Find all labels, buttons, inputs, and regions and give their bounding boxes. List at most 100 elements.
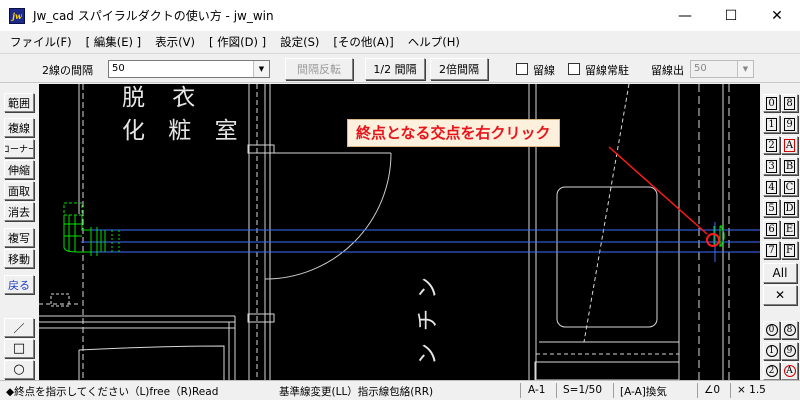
layer-group-6-button[interactable]: 6 xyxy=(763,220,780,238)
menu-help[interactable]: ヘルプ(H) xyxy=(401,34,467,50)
layer-num: 0 xyxy=(766,96,777,110)
menu-view[interactable]: 表示(V) xyxy=(148,34,202,50)
divider xyxy=(613,383,614,398)
layer-group-9-button[interactable]: 9 xyxy=(781,115,798,133)
room-label-line1: 脱 衣 xyxy=(122,85,206,111)
chevron-down-icon: ▼ xyxy=(253,61,269,77)
tool-corner-button[interactable]: コーナー xyxy=(4,139,34,158)
line-tool-icon[interactable]: ／ xyxy=(4,318,34,337)
layer-num: 3 xyxy=(766,159,777,173)
divider xyxy=(697,383,698,398)
tool-chamfer-button[interactable]: 面取 xyxy=(4,181,34,200)
layer-num: 8 xyxy=(783,324,796,336)
tome-out-value: 50 xyxy=(694,63,707,74)
double-spacing-button[interactable]: 2倍間隔 xyxy=(430,58,488,80)
layer-num: 2 xyxy=(766,138,777,152)
drawing-canvas[interactable]: 脱 衣 化 粧 室 ン チ ン 終点となる交点を右クリック xyxy=(39,84,760,380)
window-title: Jw_cad スパイラルダクトの使い方 - jw_win xyxy=(33,9,274,23)
tool-range-button[interactable]: 範囲 xyxy=(4,93,34,112)
layer-group-5-button[interactable]: 5 xyxy=(763,199,780,217)
layer-0-button[interactable]: 0 xyxy=(763,321,780,339)
status-hint: 基準線変更(LL）指示線包絡(RR) xyxy=(279,386,434,398)
menu-file[interactable]: ファイル(F) xyxy=(3,34,79,50)
vertical-text-2: チ xyxy=(416,308,442,332)
layer-group-e-button[interactable]: E xyxy=(781,220,798,238)
layer-num: E xyxy=(784,222,795,236)
invert-spacing-button[interactable]: 間隔反転 xyxy=(285,58,353,80)
tool-erase-button[interactable]: 消去 xyxy=(4,202,34,221)
room-label-line2: 化 粧 室 xyxy=(122,118,246,144)
layer-num: F xyxy=(784,243,795,257)
layer-num-active: A xyxy=(783,365,796,377)
layer-1-button[interactable]: 1 xyxy=(763,342,780,360)
tool-copy-button[interactable]: 複写 xyxy=(4,228,34,247)
tome-out-select[interactable]: 50 ▼ xyxy=(690,60,754,78)
tool-parallel-button[interactable]: 複線 xyxy=(4,118,34,137)
layer-num: 2 xyxy=(765,365,778,377)
spacing-value: 50 xyxy=(112,63,125,74)
layer-2-button[interactable]: 2 xyxy=(763,362,780,380)
layer-group-c-button[interactable]: C xyxy=(781,178,798,196)
scale-indicator[interactable]: S=1/50 xyxy=(563,384,602,396)
layer-group-0-button[interactable]: 0 xyxy=(763,94,780,112)
layer-group-4-button[interactable]: 4 xyxy=(763,178,780,196)
tool-extend-button[interactable]: 伸縮 xyxy=(4,160,34,179)
minimize-button[interactable]: — xyxy=(662,0,708,31)
layer-group-f-button[interactable]: F xyxy=(781,241,798,259)
menu-draw[interactable]: [ 作図(D) ] xyxy=(202,34,273,50)
layer-group-8-button[interactable]: 8 xyxy=(781,94,798,112)
tool-undo-button[interactable]: 戻る xyxy=(4,275,34,294)
layer-group-b-button[interactable]: B xyxy=(781,157,798,175)
menu-settings[interactable]: 設定(S) xyxy=(273,34,326,50)
menu-bar: ファイル(F) [ 編集(E) ] 表示(V) [ 作図(D) ] 設定(S) … xyxy=(0,31,800,53)
layer-num: D xyxy=(784,201,795,215)
layer-num: 1 xyxy=(766,117,777,131)
layer-num: B xyxy=(784,159,795,173)
zoom-ratio[interactable]: × 1.5 xyxy=(737,384,766,396)
layer-a-button[interactable]: A xyxy=(781,362,798,380)
close-button[interactable]: ✕ xyxy=(754,0,800,31)
angle-indicator[interactable]: ∠0 xyxy=(704,384,720,396)
layer-num: 8 xyxy=(784,96,795,110)
layer-num: C xyxy=(784,180,795,194)
title-bar: jw Jw_cad スパイラルダクトの使い方 - jw_win — ☐ ✕ xyxy=(0,0,800,31)
layer-9-button[interactable]: 9 xyxy=(781,342,798,360)
menu-other[interactable]: [その他(A)] xyxy=(326,34,400,50)
vertical-text-3: ン xyxy=(416,342,442,366)
current-layer[interactable]: [A-A]換気 xyxy=(620,384,667,399)
layer-8-button[interactable]: 8 xyxy=(781,321,798,339)
maximize-button[interactable]: ☐ xyxy=(708,0,754,31)
layer-num: 9 xyxy=(783,345,796,357)
tool-move-button[interactable]: 移動 xyxy=(4,249,34,268)
layer-group-2-button[interactable]: 2 xyxy=(763,136,780,154)
menu-edit[interactable]: [ 編集(E) ] xyxy=(79,34,149,50)
layer-group-d-button[interactable]: D xyxy=(781,199,798,217)
tome-label: 留線 xyxy=(533,64,555,77)
instruction-callout: 終点となる交点を右クリック xyxy=(347,119,560,147)
half-spacing-button[interactable]: 1/2 間隔 xyxy=(365,58,425,80)
all-layers-button[interactable]: All xyxy=(763,263,797,283)
layer-group-7-button[interactable]: 7 xyxy=(763,241,780,259)
close-icon[interactable]: ✕ xyxy=(763,285,797,305)
divider xyxy=(556,383,557,398)
circle-tool-icon[interactable]: ○ xyxy=(4,360,34,379)
vertical-text-1: ン xyxy=(416,276,442,300)
layer-num: 0 xyxy=(765,324,778,336)
layer-num: 6 xyxy=(766,222,777,236)
layer-num: 1 xyxy=(765,345,778,357)
spacing-select[interactable]: 50 ▼ xyxy=(108,60,270,78)
divider xyxy=(520,383,521,398)
rectangle-tool-icon[interactable]: □ xyxy=(4,339,34,358)
tome-always-checkbox[interactable] xyxy=(568,63,580,75)
tome-checkbox[interactable] xyxy=(516,63,528,75)
layer-group-1-button[interactable]: 1 xyxy=(763,115,780,133)
divider xyxy=(730,383,731,398)
chevron-down-icon: ▼ xyxy=(737,61,753,77)
paper-size[interactable]: A-1 xyxy=(528,384,545,396)
left-tool-panel: 範囲 複線 コーナー 伸縮 面取 消去 複写 移動 戻る ／ □ ○ xyxy=(0,84,38,380)
layer-group-3-button[interactable]: 3 xyxy=(763,157,780,175)
app-icon: jw xyxy=(9,7,25,24)
layer-group-a-button[interactable]: A xyxy=(781,136,798,154)
layer-num-active: A xyxy=(784,138,795,152)
spacing-label: 2線の間隔 xyxy=(42,64,93,77)
